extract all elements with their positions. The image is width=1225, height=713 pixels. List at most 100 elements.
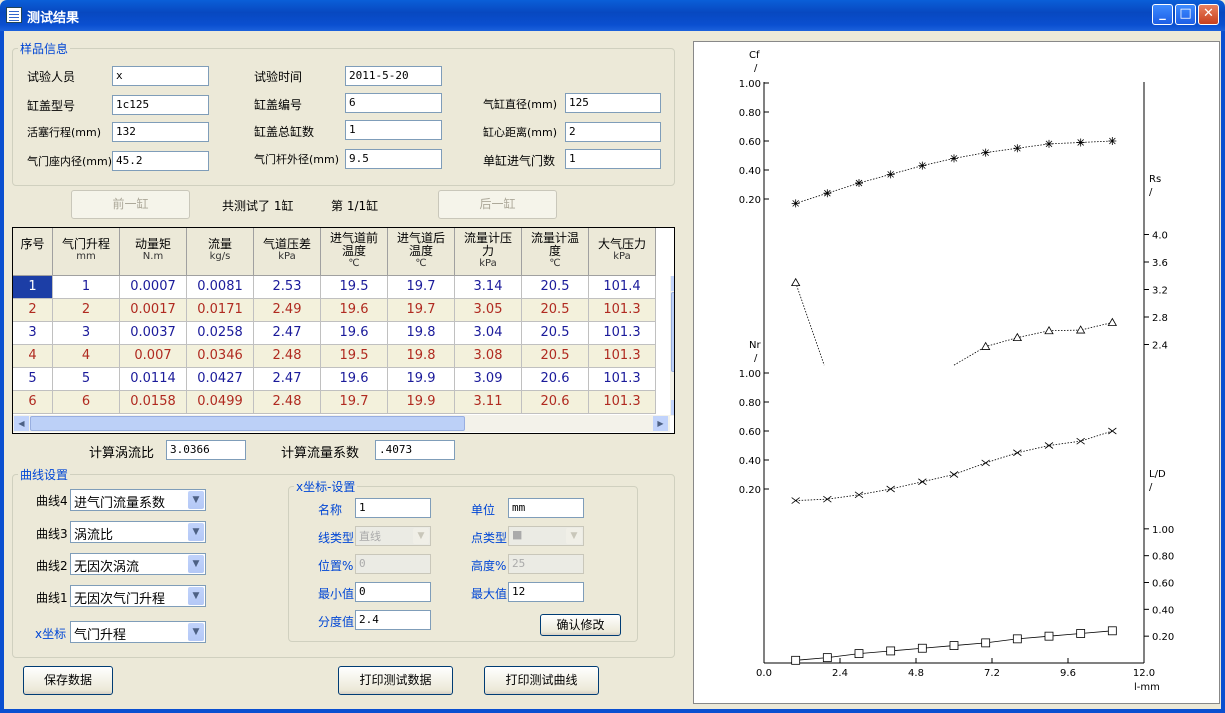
line-type-select[interactable]: 直线 ▼ <box>355 526 431 546</box>
table-cell[interactable]: 1 <box>53 276 120 299</box>
table-cell[interactable]: 20.5 <box>522 276 589 299</box>
table-cell[interactable]: 20.6 <box>522 368 589 391</box>
curve1-select[interactable]: 无因次气门升程 ▼ <box>70 585 206 607</box>
scroll-down-icon[interactable]: ▼ <box>671 400 674 415</box>
row-index-cell[interactable]: 3 <box>13 322 53 345</box>
stem-diameter-input[interactable]: 9.5 <box>345 149 442 169</box>
save-data-button[interactable]: 保存数据 <box>23 666 113 695</box>
table-cell[interactable]: 19.8 <box>388 345 455 368</box>
table-cell[interactable]: 19.9 <box>388 391 455 414</box>
chevron-down-icon[interactable]: ▼ <box>188 555 204 573</box>
row-index-cell[interactable]: 4 <box>13 345 53 368</box>
row-index-cell[interactable]: 1 <box>13 276 53 299</box>
minimize-button[interactable]: _ <box>1152 4 1173 25</box>
table-cell[interactable]: 0.0114 <box>120 368 187 391</box>
table-cell[interactable]: 2.49 <box>254 299 321 322</box>
table-cell[interactable]: 0.0158 <box>120 391 187 414</box>
table-cell[interactable]: 2.47 <box>254 322 321 345</box>
max-value-input[interactable]: 12 <box>508 582 584 602</box>
table-cell[interactable]: 3.09 <box>455 368 522 391</box>
column-header[interactable]: 序号 <box>13 228 53 276</box>
table-cell[interactable]: 4 <box>53 345 120 368</box>
vertical-scroll-thumb[interactable] <box>671 292 674 372</box>
print-curve-button[interactable]: 打印测试曲线 <box>484 666 599 695</box>
data-grid[interactable]: 序号 气门升程 mm 动量矩 N.m 流量 kg/s 气道压差 kPa 进气道前 温度 ℃ 进气道后 温度… <box>12 227 675 434</box>
table-cell[interactable]: 20.5 <box>522 322 589 345</box>
scroll-up-icon[interactable]: ▲ <box>671 276 674 291</box>
chevron-down-icon[interactable]: ▼ <box>413 528 429 544</box>
curve2-select[interactable]: 无因次涡流 ▼ <box>70 553 206 575</box>
table-cell[interactable]: 0.0427 <box>187 368 254 391</box>
table-cell[interactable]: 19.8 <box>388 322 455 345</box>
table-cell[interactable]: 19.9 <box>388 368 455 391</box>
table-cell[interactable]: 0.0081 <box>187 276 254 299</box>
table-cell[interactable]: 3.14 <box>455 276 522 299</box>
confirm-modify-button[interactable]: 确认修改 <box>540 614 621 636</box>
table-cell[interactable]: 2.48 <box>254 391 321 414</box>
bore-input[interactable]: 125 <box>565 93 661 113</box>
table-cell[interactable]: 2.53 <box>254 276 321 299</box>
grid-vertical-scrollbar[interactable]: ▲ ▼ <box>670 276 674 416</box>
min-value-input[interactable]: 0 <box>355 582 431 602</box>
table-cell[interactable]: 101.3 <box>589 345 656 368</box>
column-header[interactable]: 流量 kg/s <box>187 228 254 276</box>
table-cell[interactable]: 20.5 <box>522 299 589 322</box>
table-cell[interactable]: 19.6 <box>321 368 388 391</box>
table-cell[interactable]: 19.7 <box>321 391 388 414</box>
chevron-down-icon[interactable]: ▼ <box>188 587 204 605</box>
maximize-button[interactable]: □ <box>1175 4 1196 25</box>
table-cell[interactable]: 101.3 <box>589 322 656 345</box>
step-value-input[interactable]: 2.4 <box>355 610 431 630</box>
seat-diameter-input[interactable]: 45.2 <box>112 151 209 171</box>
table-cell[interactable]: 0.0499 <box>187 391 254 414</box>
title-bar[interactable]: 测试结果 _ □ ✕ <box>0 0 1225 31</box>
table-cell[interactable]: 6 <box>53 391 120 414</box>
prev-cylinder-button[interactable]: 前一缸 <box>71 190 190 219</box>
chevron-down-icon[interactable]: ▼ <box>188 623 204 641</box>
table-cell[interactable]: 3.04 <box>455 322 522 345</box>
column-header[interactable]: 流量计温度 ℃ <box>522 228 589 276</box>
horizontal-scroll-thumb[interactable] <box>30 416 465 431</box>
column-header[interactable]: 流量计压力 kPa <box>455 228 522 276</box>
chevron-down-icon[interactable]: ▼ <box>188 523 204 541</box>
table-cell[interactable]: 101.3 <box>589 299 656 322</box>
scroll-right-icon[interactable]: ▶ <box>653 416 668 431</box>
table-cell[interactable]: 2.48 <box>254 345 321 368</box>
close-button[interactable]: ✕ <box>1198 4 1219 25</box>
grid-horizontal-scrollbar[interactable]: ◀ ▶ <box>13 415 670 432</box>
column-header[interactable]: 大气压力 kPa <box>589 228 656 276</box>
scroll-left-icon[interactable]: ◀ <box>14 416 29 431</box>
curve4-select[interactable]: 进气门流量系数 ▼ <box>70 489 206 511</box>
stroke-input[interactable]: 132 <box>112 122 209 142</box>
chevron-down-icon[interactable]: ▼ <box>188 491 204 509</box>
table-cell[interactable]: 0.0171 <box>187 299 254 322</box>
table-cell[interactable]: 3 <box>53 322 120 345</box>
table-cell[interactable]: 0.0017 <box>120 299 187 322</box>
table-cell[interactable]: 20.5 <box>522 345 589 368</box>
tester-input[interactable]: x <box>112 66 209 86</box>
table-cell[interactable]: 20.6 <box>522 391 589 414</box>
table-cell[interactable]: 19.6 <box>321 322 388 345</box>
position-input[interactable]: 0 <box>355 554 431 574</box>
row-index-cell[interactable]: 5 <box>13 368 53 391</box>
row-index-cell[interactable]: 6 <box>13 391 53 414</box>
chevron-down-icon[interactable]: ▼ <box>566 528 582 544</box>
curve3-select[interactable]: 涡流比 ▼ <box>70 521 206 543</box>
table-cell[interactable]: 101.4 <box>589 276 656 299</box>
print-data-button[interactable]: 打印测试数据 <box>338 666 453 695</box>
unit-input[interactable]: mm <box>508 498 584 518</box>
point-type-select[interactable]: ■ ▼ <box>508 526 584 546</box>
table-cell[interactable]: 0.0037 <box>120 322 187 345</box>
name-input[interactable]: 1 <box>355 498 431 518</box>
test-time-input[interactable]: 2011-5-20 <box>345 66 442 86</box>
table-cell[interactable]: 3.05 <box>455 299 522 322</box>
table-cell[interactable]: 101.3 <box>589 368 656 391</box>
head-model-input[interactable]: 1c125 <box>112 95 209 115</box>
table-cell[interactable]: 3.08 <box>455 345 522 368</box>
table-cell[interactable]: 0.0007 <box>120 276 187 299</box>
table-cell[interactable]: 5 <box>53 368 120 391</box>
table-cell[interactable]: 19.7 <box>388 276 455 299</box>
table-cell[interactable]: 0.0258 <box>187 322 254 345</box>
table-cell[interactable]: 101.3 <box>589 391 656 414</box>
table-cell[interactable]: 2.47 <box>254 368 321 391</box>
